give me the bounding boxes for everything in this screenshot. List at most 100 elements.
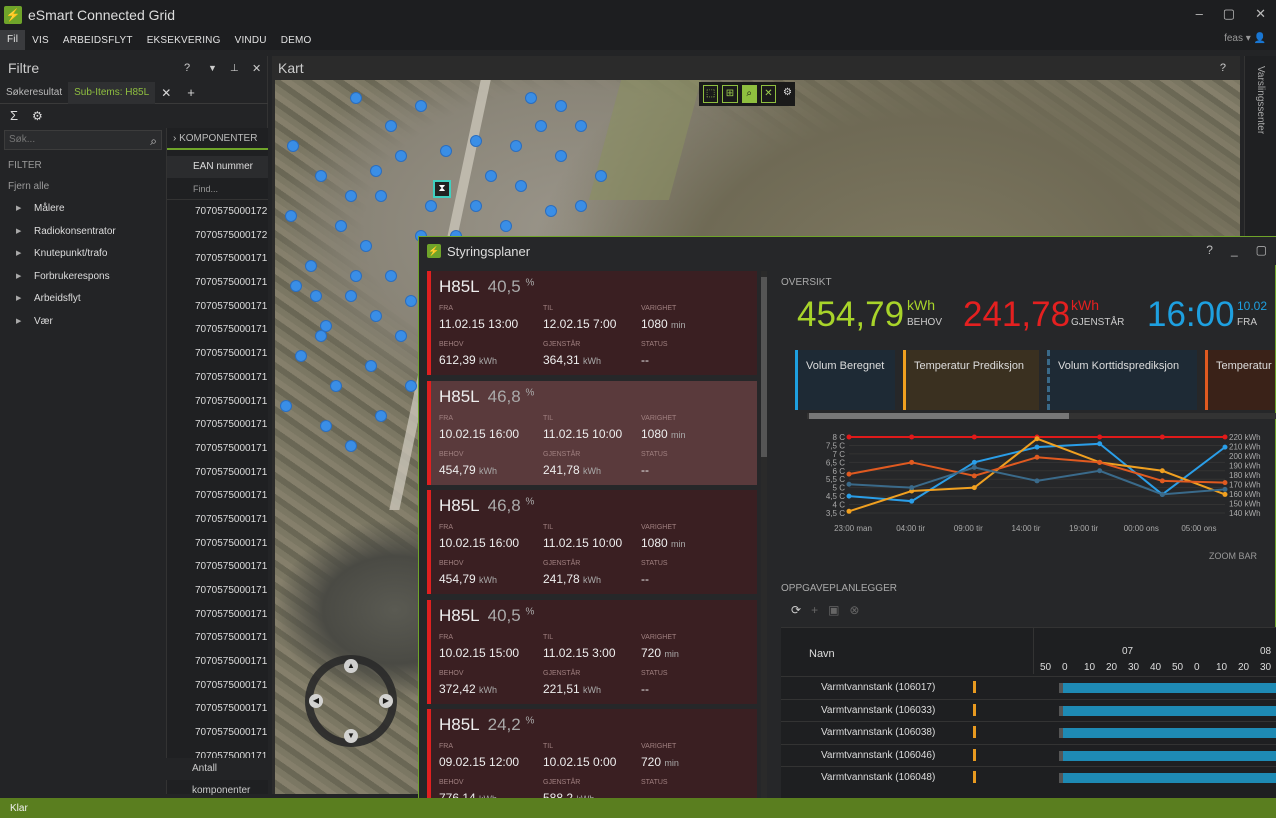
ean-row[interactable]: 7070575000171 [167, 650, 268, 674]
meter-marker-icon[interactable] [375, 410, 387, 422]
meter-marker-icon[interactable] [545, 205, 557, 217]
components-header[interactable]: › KOMPONENTER [167, 128, 268, 150]
clear-selection-icon[interactable]: ✕ [760, 85, 777, 103]
delete-icon[interactable]: ⊗ [849, 603, 859, 617]
map-settings-icon[interactable]: ⚙ [780, 85, 795, 103]
pan-right-icon[interactable]: ▶ [379, 694, 393, 708]
meter-marker-icon[interactable] [515, 180, 527, 192]
ean-row[interactable]: 7070575000171 [167, 579, 268, 603]
selected-marker-icon[interactable]: ⧗ [433, 180, 451, 198]
menu-fil[interactable]: Fil [0, 30, 26, 50]
meter-marker-icon[interactable] [405, 380, 417, 392]
ean-row[interactable]: 7070575000171 [167, 318, 268, 342]
meter-marker-icon[interactable] [440, 145, 452, 157]
ean-row[interactable]: 7070575000171 [167, 390, 268, 414]
meter-marker-icon[interactable] [365, 360, 377, 372]
meter-marker-icon[interactable] [330, 380, 342, 392]
plan-card[interactable]: H85L 46,8 % FRA TIL VARIGHET 10.02.15 16:… [427, 380, 757, 485]
planner-row[interactable]: Varmtvannstank (106017) [781, 676, 1276, 698]
meter-marker-icon[interactable] [595, 170, 607, 182]
meter-marker-icon[interactable] [415, 100, 427, 112]
ean-row[interactable]: 7070575000171 [167, 247, 268, 271]
window-maximize-icon[interactable]: ▢ [1256, 243, 1267, 257]
meter-marker-icon[interactable] [287, 140, 299, 152]
zoom-icon[interactable]: ⌕ [741, 85, 757, 103]
close-icon[interactable]: ✕ [1255, 6, 1266, 22]
category-volum-korttidsprediksjon[interactable]: Volum Korttidsprediksjon [1047, 350, 1197, 410]
meter-marker-icon[interactable] [290, 280, 302, 292]
meter-marker-icon[interactable] [395, 150, 407, 162]
help-icon[interactable]: ? [184, 62, 190, 74]
ean-row[interactable]: 7070575000171 [167, 508, 268, 532]
planner-row[interactable]: Varmtvannstank (106038) [781, 721, 1276, 743]
filter-item-malere[interactable]: Målere [8, 198, 158, 221]
pin-icon[interactable]: ⊥ [230, 63, 239, 74]
filter-item-radiokonsentrator[interactable]: Radiokonsentrator [8, 221, 158, 244]
meter-marker-icon[interactable] [345, 290, 357, 302]
ean-row[interactable]: 7070575000171 [167, 437, 268, 461]
planner-column-header[interactable]: Navn [809, 648, 835, 660]
tab-sokeresultat[interactable]: Søkeresultat [0, 82, 68, 104]
plan-card[interactable]: H85L 46,8 % FRA TIL VARIGHET 10.02.15 16:… [427, 490, 757, 594]
ean-row[interactable]: 7070575000171 [167, 555, 268, 579]
meter-marker-icon[interactable] [375, 190, 387, 202]
meter-marker-icon[interactable] [510, 140, 522, 152]
user-menu[interactable]: feas ▾ 👤 [1224, 33, 1266, 44]
ean-row[interactable]: 7070575000171 [167, 461, 268, 485]
filter-item-knutepunkt[interactable]: Knutepunkt/trafo [8, 243, 158, 266]
meter-marker-icon[interactable] [350, 270, 362, 282]
meter-marker-icon[interactable] [555, 100, 567, 112]
meter-marker-icon[interactable] [385, 270, 397, 282]
add-tab-icon[interactable]: + [187, 85, 195, 100]
ean-row[interactable]: 7070575000171 [167, 342, 268, 366]
menu-vis[interactable]: VIS [25, 35, 56, 46]
plan-card[interactable]: H85L 40,5 % FRA TIL VARIGHET 11.02.15 13:… [427, 271, 757, 375]
minimize-icon[interactable]: – [1196, 6, 1203, 22]
ean-row[interactable]: 7070575000171 [167, 626, 268, 650]
overview-chart[interactable]: 8 C7,5 C7 C6,5 C6 C5,5 C5 C4,5 C4 C3,5 C… [797, 431, 1276, 541]
meter-marker-icon[interactable] [405, 295, 417, 307]
meter-marker-icon[interactable] [285, 210, 297, 222]
ean-row[interactable]: 7070575000171 [167, 532, 268, 556]
filter-item-arbeidsflyt[interactable]: Arbeidsflyt [8, 288, 158, 311]
pan-up-icon[interactable]: ▲ [344, 659, 358, 673]
pan-down-icon[interactable]: ▼ [344, 729, 358, 743]
close-tab-icon[interactable]: ✕ [161, 86, 171, 100]
ean-row[interactable]: 7070575000172 [167, 200, 268, 224]
maximize-icon[interactable]: ▢ [1223, 6, 1235, 22]
meter-marker-icon[interactable] [555, 150, 567, 162]
meter-marker-icon[interactable] [315, 170, 327, 182]
window-help-icon[interactable]: ? [1206, 243, 1213, 257]
close-panel-icon[interactable]: ✕ [252, 62, 261, 75]
filter-item-vaer[interactable]: Vær [8, 311, 158, 334]
ean-row[interactable]: 7070575000171 [167, 271, 268, 295]
plan-list-scrollbar[interactable] [761, 271, 767, 801]
select-area-icon[interactable]: ⬚ [703, 85, 719, 103]
task-bar[interactable] [1059, 750, 1276, 761]
meter-marker-icon[interactable] [345, 440, 357, 452]
meter-marker-icon[interactable] [305, 260, 317, 272]
menu-eksekvering[interactable]: EKSEKVERING [140, 35, 228, 46]
planner-row[interactable]: Varmtvannstank (106033) [781, 698, 1276, 721]
search-input[interactable]: Søk... ⌕ [4, 130, 162, 150]
filter-item-forbrukerespons[interactable]: Forbrukerespons [8, 266, 158, 289]
tab-sub-items[interactable]: Sub-Items: H85L [68, 81, 156, 104]
zoom-bar-toggle[interactable]: ZOOM BAR [1209, 551, 1257, 561]
zoom-extent-icon[interactable]: ⊞ [722, 85, 738, 103]
menu-demo[interactable]: DEMO [274, 35, 319, 46]
dropdown-icon[interactable]: ▼ [208, 63, 217, 73]
meter-marker-icon[interactable] [535, 120, 547, 132]
meter-marker-icon[interactable] [385, 120, 397, 132]
meter-marker-icon[interactable] [470, 135, 482, 147]
menu-arbeidsflyt[interactable]: ARBEIDSFLYT [56, 35, 140, 46]
meter-marker-icon[interactable] [315, 330, 327, 342]
meter-marker-icon[interactable] [470, 200, 482, 212]
sum-icon[interactable]: Σ [10, 108, 18, 123]
ean-row[interactable]: 7070575000171 [167, 674, 268, 698]
add-icon[interactable]: + [811, 603, 818, 617]
meter-marker-icon[interactable] [320, 420, 332, 432]
ean-row[interactable]: 7070575000171 [167, 413, 268, 437]
meter-marker-icon[interactable] [370, 310, 382, 322]
planner-row[interactable]: Varmtvannstank (106048) [781, 766, 1276, 788]
settings-gear-icon[interactable]: ⚙ [32, 109, 43, 123]
